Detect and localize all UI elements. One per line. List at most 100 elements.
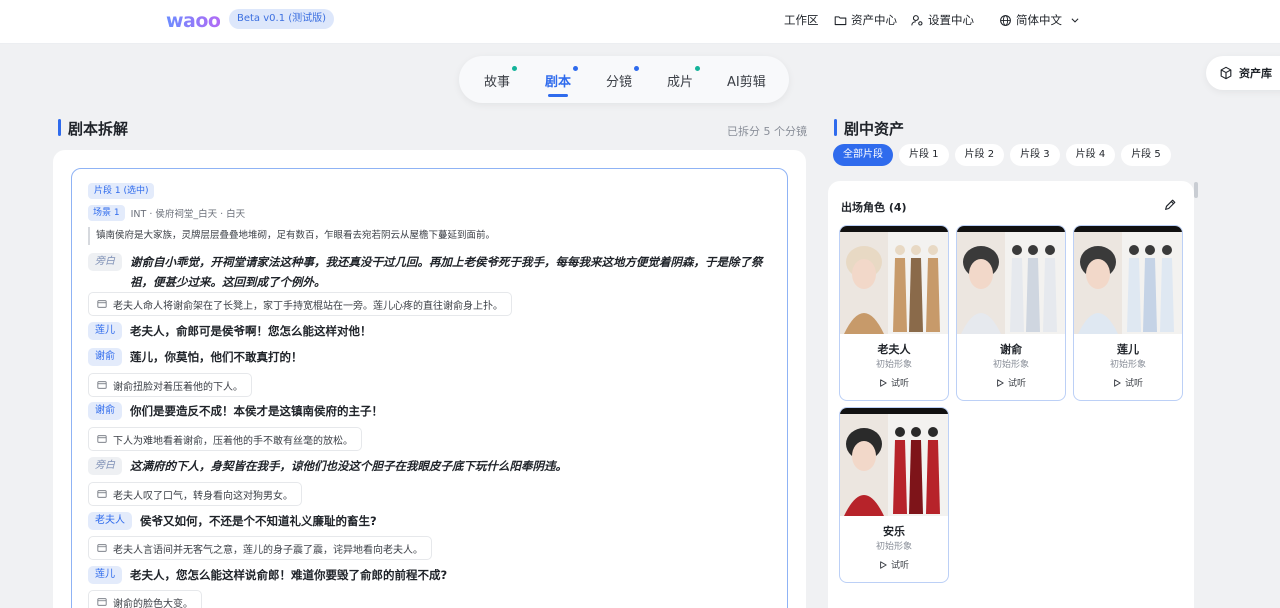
assets-title: 剧中资产 bbox=[834, 118, 904, 139]
action-text: 下人为难地看着谢俞，压着他的手不敢有丝毫的放松。 bbox=[113, 435, 353, 447]
tab-storyboard-label: 分镜 bbox=[606, 75, 633, 90]
character-name: 谢俞 bbox=[1000, 343, 1022, 356]
nav-workspace[interactable]: 工作区 bbox=[784, 12, 819, 28]
character-portrait bbox=[957, 226, 1065, 334]
dialog-line[interactable]: 旁白 这满府的下人，身契皆在我手，谅他们也没这个胆子在我眼皮子底下玩什么阳奉阴违… bbox=[88, 456, 567, 476]
character-look: 初始形象 bbox=[875, 360, 912, 370]
speaker-tag: 莲儿 bbox=[88, 566, 122, 584]
speaker-tag: 老夫人 bbox=[88, 512, 132, 530]
action-text: 谢俞的脸色大变。 bbox=[113, 598, 193, 608]
split-count: 已拆分 5 个分镜 bbox=[727, 125, 807, 138]
folder-icon bbox=[834, 15, 847, 25]
language-selector[interactable]: 简体中文 bbox=[999, 12, 1080, 28]
tab-storyboard[interactable]: 分镜 bbox=[606, 66, 640, 90]
character-name: 安乐 bbox=[883, 525, 905, 538]
segment-tag: 片段 1 (选中) bbox=[88, 183, 155, 199]
user-settings-icon bbox=[911, 14, 923, 25]
character-card[interactable]: 老夫人 初始形象 试听 bbox=[839, 225, 949, 401]
dialog-line[interactable]: 老夫人 侯爷又如何，不还是个不知道礼义廉耻的畜生? bbox=[88, 511, 377, 531]
globe-icon bbox=[1000, 14, 1011, 26]
character-name: 莲儿 bbox=[1117, 343, 1139, 356]
filter-segment-1[interactable]: 片段 1 bbox=[899, 144, 949, 166]
dialog-text: 你们是要造反不成！本侯才是这镇南侯府的主子！ bbox=[130, 404, 383, 418]
asset-library-button[interactable]: 资产库 bbox=[1206, 56, 1280, 90]
scene-intro: 镇南侯府是大家族，灵牌层层叠叠地堆砌，足有数百，乍眼看去宛若阴云从屋檐下蔓延到面… bbox=[88, 227, 778, 245]
speaker-tag: 莲儿 bbox=[88, 322, 122, 340]
beta-badge: Beta v0.1 (测试版) bbox=[229, 9, 335, 29]
audition-button[interactable]: 试听 bbox=[840, 376, 948, 389]
status-dot bbox=[512, 66, 518, 71]
filter-segment-4[interactable]: 片段 4 bbox=[1065, 144, 1116, 166]
nav-settings-center[interactable]: 设置中心 bbox=[911, 12, 974, 28]
audition-label: 试听 bbox=[1124, 379, 1143, 389]
audition-label: 试听 bbox=[890, 561, 909, 571]
camera-icon bbox=[97, 300, 107, 308]
edit-icon[interactable] bbox=[1163, 198, 1177, 212]
tab-final-video[interactable]: 成片 bbox=[667, 66, 701, 90]
tab-script-label: 剧本 bbox=[545, 75, 572, 90]
app-logo[interactable]: waoo bbox=[166, 10, 221, 32]
filter-segment-3[interactable]: 片段 3 bbox=[1010, 144, 1060, 166]
language-label: 简体中文 bbox=[1016, 13, 1062, 27]
nav-settings-center-label: 设置中心 bbox=[928, 13, 974, 27]
action-line[interactable]: 老夫人命人将谢俞架在了长凳上，家丁手持宽棍站在一旁。莲儿心疼的直往谢俞身上扑。 bbox=[88, 292, 512, 316]
tab-story[interactable]: 故事 bbox=[484, 66, 518, 90]
audition-button[interactable]: 试听 bbox=[1074, 376, 1182, 389]
filter-all[interactable]: 全部片段 bbox=[833, 144, 893, 166]
active-tab-indicator bbox=[548, 94, 568, 97]
dialog-line[interactable]: 莲儿 老夫人，您怎么能这样说俞郎！难道你要毁了俞郎的前程不成? bbox=[88, 565, 447, 585]
script-breakdown-title: 剧本拆解 bbox=[58, 118, 128, 139]
camera-icon bbox=[97, 598, 107, 606]
tab-final-video-label: 成片 bbox=[667, 75, 694, 90]
speaker-tag: 旁白 bbox=[88, 253, 122, 271]
dialog-line[interactable]: 旁白 谢俞自小乖觉，开祠堂请家法这种事，我还真没干过几回。再加上老侯爷死于我手，… bbox=[88, 252, 768, 292]
character-portrait bbox=[1074, 226, 1182, 334]
segment-card[interactable]: 片段 1 (选中) 场景 1 INT · 侯府祠堂_白天 · 白天 镇南侯府是大… bbox=[71, 168, 788, 608]
asset-library-label: 资产库 bbox=[1239, 67, 1272, 80]
dialog-line[interactable]: 谢俞 莲儿，你莫怕，他们不敢真打的！ bbox=[88, 347, 303, 367]
status-dot bbox=[634, 66, 640, 71]
audition-button[interactable]: 试听 bbox=[957, 376, 1065, 389]
character-look: 初始形象 bbox=[1109, 360, 1146, 370]
audition-button[interactable]: 试听 bbox=[840, 558, 948, 571]
character-card[interactable]: 安乐 初始形象 试听 bbox=[839, 407, 949, 583]
dialog-line[interactable]: 谢俞 你们是要造反不成！本侯才是这镇南侯府的主子！ bbox=[88, 401, 383, 421]
dialog-text: 莲儿，你莫怕，他们不敢真打的！ bbox=[130, 350, 303, 364]
tab-story-label: 故事 bbox=[484, 75, 511, 90]
action-line[interactable]: 谢俞扭脸对着压着他的下人。 bbox=[88, 373, 252, 397]
tab-ai-editing-label: AI剪辑 bbox=[727, 75, 766, 90]
camera-icon bbox=[97, 381, 107, 389]
dialog-text: 这满府的下人，身契皆在我手，谅他们也没这个胆子在我眼皮子底下玩什么阳奉阴违。 bbox=[130, 459, 567, 473]
action-line[interactable]: 谢俞的脸色大变。 bbox=[88, 590, 202, 608]
scrollbar[interactable] bbox=[1194, 182, 1198, 198]
filter-segment-2[interactable]: 片段 2 bbox=[954, 144, 1005, 166]
camera-icon bbox=[97, 544, 107, 552]
portrait-illustration bbox=[957, 232, 1065, 334]
character-card[interactable]: 谢俞 初始形象 试听 bbox=[956, 225, 1066, 401]
workflow-steps: 故事 剧本 分镜 成片 AI剪辑 bbox=[459, 56, 789, 103]
nav-asset-center[interactable]: 资产中心 bbox=[834, 12, 897, 28]
character-name: 老夫人 bbox=[877, 343, 911, 356]
dialog-line[interactable]: 莲儿 老夫人，俞郎可是侯爷啊！您怎么能这样对他！ bbox=[88, 321, 372, 341]
action-text: 老夫人言语间并无客气之意，莲儿的身子震了震，诧异地看向老夫人。 bbox=[113, 544, 423, 556]
action-text: 老夫人命人将谢俞架在了长凳上，家丁手持宽棍站在一旁。莲儿心疼的直往谢俞身上扑。 bbox=[113, 300, 503, 312]
character-portrait bbox=[840, 408, 948, 516]
scene-row: 场景 1 INT · 侯府祠堂_白天 · 白天 bbox=[88, 205, 245, 221]
character-card[interactable]: 莲儿 初始形象 试听 bbox=[1073, 225, 1183, 401]
filter-segment-5[interactable]: 片段 5 bbox=[1121, 144, 1171, 166]
action-line[interactable]: 下人为难地看着谢俞，压着他的手不敢有丝毫的放松。 bbox=[88, 427, 362, 451]
dialog-text: 谢俞自小乖觉，开祠堂请家法这种事，我还真没干过几回。再加上老侯爷死于我手，每每我… bbox=[130, 255, 763, 289]
play-icon bbox=[880, 560, 887, 569]
tab-script[interactable]: 剧本 bbox=[545, 66, 579, 90]
cube-icon bbox=[1220, 66, 1232, 80]
audition-label: 试听 bbox=[890, 379, 909, 389]
play-icon bbox=[1114, 378, 1121, 387]
action-line[interactable]: 老夫人叹了口气，转身看向这对狗男女。 bbox=[88, 482, 302, 506]
nav-workspace-label: 工作区 bbox=[784, 13, 819, 27]
action-line[interactable]: 老夫人言语间并无客气之意，莲儿的身子震了震，诧异地看向老夫人。 bbox=[88, 536, 432, 560]
camera-icon bbox=[97, 435, 107, 443]
speaker-tag: 旁白 bbox=[88, 457, 122, 475]
nav-asset-center-label: 资产中心 bbox=[851, 13, 897, 27]
portrait-illustration bbox=[840, 232, 948, 334]
tab-ai-editing[interactable]: AI剪辑 bbox=[727, 71, 766, 90]
